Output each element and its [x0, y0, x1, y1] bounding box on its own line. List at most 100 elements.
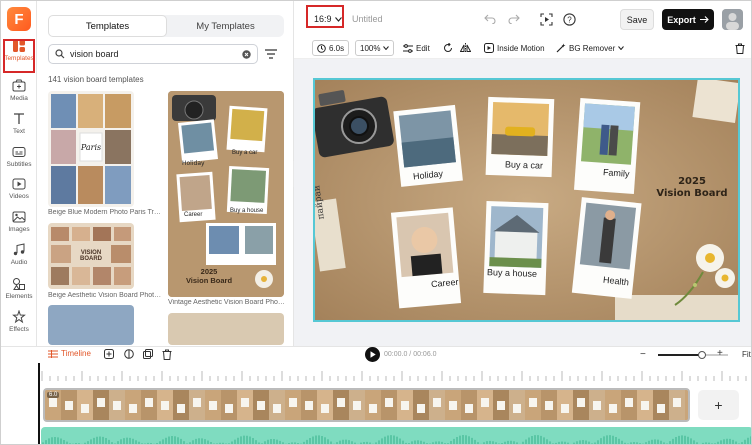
app-window: F Templates Media Text Subtitles Videos Image…: [0, 0, 752, 445]
zoom-out-icon[interactable]: −: [640, 349, 646, 360]
chevron-down-icon: [334, 16, 342, 22]
inside-motion-button[interactable]: Inside Motion: [484, 40, 545, 56]
images-icon: [12, 210, 26, 224]
zoom-select[interactable]: 100%: [355, 40, 395, 56]
template-card[interactable]: Paris: [48, 91, 134, 207]
template-search[interactable]: [48, 44, 258, 64]
tab-templates[interactable]: Templates: [48, 15, 167, 37]
current-time: 00:00.0: [384, 351, 408, 358]
duplicate-icon[interactable]: [143, 349, 153, 362]
template-card[interactable]: Holiday Buy a car Career Buy a house 202…: [168, 91, 284, 297]
add-track-button[interactable]: +: [698, 390, 739, 420]
top-bar: 16:9 Untitled ? Save Export: [294, 1, 751, 37]
photo-label: Buy a house: [486, 267, 538, 279]
add-clip-icon[interactable]: [104, 349, 114, 362]
sidebar-item-elements[interactable]: Elements: [1, 277, 37, 309]
edit-label: Edit: [416, 43, 430, 53]
timeline-toggle[interactable]: Timeline: [48, 349, 91, 358]
project-title[interactable]: Untitled: [352, 14, 383, 24]
tab-my-templates[interactable]: My Templates: [167, 15, 284, 37]
sidebar-item-media[interactable]: Media: [1, 79, 37, 111]
timeline-toolbar: Timeline 00:00.0 / 00:06.0 − + Fit: [38, 347, 751, 363]
sidebar-item-subtitles[interactable]: Subtitles: [1, 145, 37, 177]
sidebar-item-label: Text: [13, 128, 25, 135]
bg-remover-button[interactable]: BG Remover: [556, 40, 625, 56]
templates-panel: Templates My Templates 141 vision board …: [38, 1, 294, 346]
media-icon: [12, 79, 26, 93]
board-title-text: Vision Board: [656, 188, 728, 199]
playhead[interactable]: [38, 363, 40, 444]
inside-motion-label: Inside Motion: [497, 43, 545, 53]
app-logo[interactable]: F: [7, 7, 31, 31]
arrow-right-icon: [699, 16, 709, 23]
filter-icon[interactable]: [264, 47, 278, 61]
template-card[interactable]: [168, 313, 284, 345]
save-button[interactable]: Save: [620, 9, 654, 30]
card3-label: Holiday: [182, 160, 205, 167]
clear-icon[interactable]: [242, 49, 251, 59]
undo-icon[interactable]: [483, 12, 497, 26]
fit-button[interactable]: Fit: [742, 350, 751, 359]
sidebar-item-images[interactable]: Images: [1, 210, 37, 242]
search-input[interactable]: [70, 49, 237, 59]
chevron-down-icon: [383, 46, 390, 50]
audio-waveform: [42, 435, 751, 444]
photo-label: Family: [602, 167, 630, 179]
board-title: 2025 Vision Board: [647, 176, 737, 200]
zoom-slider-fill: [658, 354, 702, 356]
card3-label: Buy a car: [232, 150, 258, 156]
sidebar-item-audio[interactable]: Audio: [1, 243, 37, 275]
video-track-clip[interactable]: 6.0: [43, 388, 690, 422]
preview-icon[interactable]: [539, 12, 553, 26]
delete-clip-icon[interactable]: [162, 349, 172, 363]
zoom-value: 100%: [360, 43, 381, 53]
card-caption: Beige Aesthetic Vision Board Photo C...: [48, 292, 163, 299]
template-card[interactable]: [48, 305, 134, 345]
help-icon[interactable]: ?: [562, 12, 576, 26]
export-button[interactable]: Export: [662, 9, 714, 30]
playback-time: 00:00.0 / 00:06.0: [384, 351, 437, 358]
left-rail: F Templates Media Text Subtitles Videos Image…: [1, 1, 37, 346]
adjust-icon: [403, 43, 413, 53]
avatar[interactable]: [722, 9, 743, 30]
timeline-label: Timeline: [61, 349, 91, 358]
flip-icon[interactable]: [460, 40, 471, 56]
sidebar-item-templates[interactable]: Templates: [1, 39, 37, 71]
bg-remover-label: BG Remover: [569, 43, 616, 53]
sidebar-item-label: Elements: [5, 293, 33, 300]
export-label: Export: [667, 14, 696, 25]
canvas-stage: 2025 Vision Board Holiday Buy a car Fami…: [294, 59, 751, 346]
board-title-year: 2025: [678, 176, 706, 187]
template-card[interactable]: VISION BOARD: [48, 223, 134, 289]
audio-icon: [12, 243, 26, 257]
split-icon[interactable]: [124, 349, 134, 362]
aspect-ratio-select[interactable]: 16:9: [310, 10, 346, 28]
time-ruler: [41, 371, 747, 381]
delete-icon[interactable]: [735, 40, 745, 56]
sidebar-item-videos[interactable]: Videos: [1, 177, 37, 209]
photo-label: Buy a car: [504, 159, 544, 171]
motion-icon: [484, 43, 494, 53]
duration-button[interactable]: 6.0s: [312, 40, 350, 56]
zoom-slider-knob[interactable]: [698, 351, 706, 359]
sidebar-item-effects[interactable]: Effects: [1, 310, 37, 342]
effects-icon: [12, 310, 26, 324]
duration-value: 6.0s: [329, 43, 345, 53]
search-icon: [55, 49, 65, 59]
play-button[interactable]: [365, 347, 380, 362]
play-icon: [370, 351, 376, 358]
sidebar-item-label: Subtitles: [6, 161, 32, 168]
audio-track[interactable]: [41, 427, 751, 444]
aspect-ratio-value: 16:9: [314, 14, 332, 24]
sidebar-item-label: Media: [10, 95, 28, 102]
total-time: 00:06.0: [413, 351, 437, 358]
sidebar-item-text[interactable]: Text: [1, 112, 37, 144]
edit-button[interactable]: Edit: [403, 40, 430, 56]
chevron-down-icon: [618, 46, 625, 50]
zoom-in-icon[interactable]: +: [717, 348, 723, 359]
canvas[interactable]: 2025 Vision Board Holiday Buy a car Fami…: [313, 78, 740, 322]
svg-text:?: ?: [567, 15, 572, 24]
rotate-icon[interactable]: [443, 40, 453, 56]
redo-icon[interactable]: [507, 12, 521, 26]
panel-tabs: Templates My Templates: [48, 15, 284, 37]
